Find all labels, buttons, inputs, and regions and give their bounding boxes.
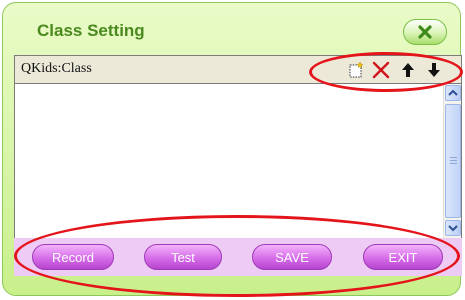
action-bar: Record Test SAVE EXIT (14, 238, 462, 276)
chevron-down-icon (448, 225, 458, 232)
scroll-thumb[interactable] (445, 104, 461, 218)
close-button[interactable] (403, 19, 447, 45)
save-button[interactable]: SAVE (252, 244, 332, 270)
vertical-scrollbar[interactable] (443, 84, 461, 238)
list-header-label: QKids:Class (21, 61, 92, 76)
class-list-panel: QKids:Class (14, 55, 462, 239)
new-item-button[interactable] (347, 61, 365, 79)
chevron-up-icon (448, 89, 458, 96)
scroll-up-button[interactable] (445, 85, 461, 101)
move-up-button[interactable] (399, 61, 417, 79)
move-down-icon (428, 63, 440, 77)
move-down-button[interactable] (425, 61, 443, 79)
delete-icon (372, 61, 390, 79)
list-header: QKids:Class (15, 56, 461, 84)
window-title: Class Setting (37, 21, 145, 40)
exit-button[interactable]: EXIT (363, 244, 443, 270)
delete-item-button[interactable] (372, 61, 390, 79)
new-icon (349, 61, 364, 78)
class-list[interactable] (15, 84, 433, 238)
close-icon (418, 25, 432, 39)
test-button[interactable]: Test (144, 244, 222, 270)
scroll-down-button[interactable] (445, 220, 461, 236)
record-button[interactable]: Record (32, 244, 114, 270)
move-up-icon (402, 63, 414, 77)
